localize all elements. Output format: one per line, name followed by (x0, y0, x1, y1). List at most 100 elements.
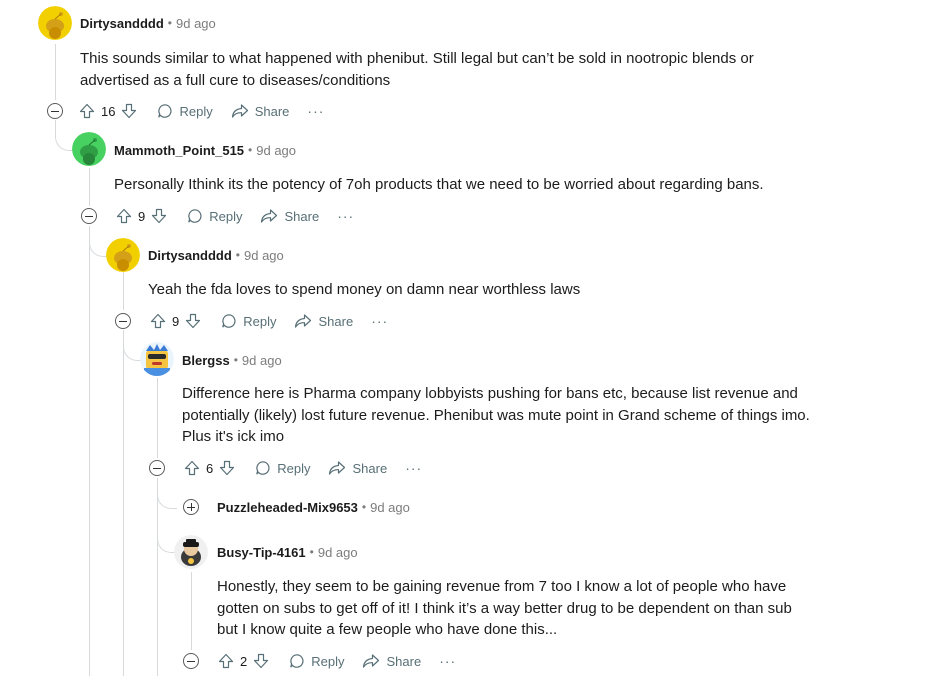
share-button[interactable]: Share (328, 460, 387, 476)
thread-line (157, 378, 158, 458)
share-arrow-icon (295, 314, 312, 328)
expand-thread-button[interactable] (183, 499, 199, 515)
comment-time[interactable]: 9d ago (318, 545, 358, 560)
more-options-button[interactable]: ··· (405, 460, 422, 476)
upvote-icon[interactable] (184, 460, 200, 476)
comment-body: Yeah the fda loves to spend money on dam… (148, 279, 808, 301)
share-button[interactable]: Share (362, 653, 421, 669)
more-options-button[interactable]: ··· (371, 313, 388, 329)
more-options-button[interactable]: ··· (307, 103, 324, 119)
upvote-icon[interactable] (218, 653, 234, 669)
reply-button[interactable]: Reply (289, 653, 344, 669)
reply-button[interactable]: Reply (255, 460, 310, 476)
reply-bubble-icon (256, 461, 270, 475)
downvote-icon[interactable] (219, 460, 235, 476)
reply-button[interactable]: Reply (187, 208, 242, 224)
share-label: Share (386, 653, 422, 669)
reply-label: Reply (209, 208, 243, 224)
vote-control: 9 (150, 313, 201, 329)
comment-author[interactable]: Mammoth_Point_515 (114, 143, 244, 158)
comment-text-line: This sounds similar to what happened wit… (80, 50, 754, 67)
comment-text-line: Difference here is Pharma company lobbyi… (182, 385, 798, 402)
downvote-icon[interactable] (121, 103, 137, 119)
vote-control: 2 (218, 653, 269, 669)
share-arrow-icon (329, 461, 346, 475)
avatar[interactable] (140, 342, 174, 376)
comment-time[interactable]: 9d ago (176, 16, 216, 31)
comment-time[interactable]: 9d ago (370, 500, 410, 515)
collapse-thread-button[interactable] (183, 653, 199, 669)
thread-line (89, 226, 90, 676)
reply-button[interactable]: Reply (221, 313, 276, 329)
share-label: Share (284, 208, 320, 224)
comment-text-line: potentially (likely) lost future revenue… (182, 406, 810, 424)
reply-bubble-icon (188, 209, 202, 223)
upvote-icon[interactable] (150, 313, 166, 329)
reply-label: Reply (277, 460, 311, 476)
reply-label: Reply (179, 103, 213, 119)
collapse-thread-button[interactable] (115, 313, 131, 329)
separator-dot: • (167, 16, 172, 30)
comment-text-line: but I know quite a few people who have d… (217, 621, 558, 638)
share-button[interactable]: Share (294, 313, 353, 329)
vote-control: 6 (184, 460, 235, 476)
comment-text-line: Personally Ithink its the potency of 7oh… (114, 176, 764, 193)
share-label: Share (318, 313, 354, 329)
thread-connector (157, 508, 175, 553)
avatar[interactable] (38, 6, 72, 40)
reply-bubble-icon (158, 104, 172, 118)
share-arrow-icon (261, 209, 278, 223)
comment-text-line: Honestly, they seem to be gaining revenu… (217, 578, 787, 595)
reply-bubble-icon (290, 654, 304, 668)
comment-text-line: advertised as a full cure to diseases/co… (80, 71, 391, 89)
share-button[interactable]: Share (231, 103, 290, 119)
comment-author[interactable]: Dirtysandddd (148, 248, 232, 263)
avatar[interactable] (106, 238, 140, 272)
reply-label: Reply (311, 653, 345, 669)
comment-time[interactable]: 9d ago (242, 353, 282, 368)
vote-count: 6 (206, 460, 214, 476)
collapse-thread-button[interactable] (47, 103, 63, 119)
comment-time[interactable]: 9d ago (256, 143, 296, 158)
share-arrow-icon (231, 104, 248, 118)
comment-text-line: Plus it's ick imo (182, 428, 285, 445)
upvote-icon[interactable] (116, 208, 132, 224)
vote-control: 9 (116, 208, 167, 224)
thread-line (89, 168, 90, 206)
downvote-icon[interactable] (253, 653, 269, 669)
share-label: Share (254, 103, 290, 119)
comment-author[interactable]: Puzzleheaded-Mix9653 (217, 500, 358, 515)
comment-time[interactable]: 9d ago (244, 248, 284, 263)
vote-count: 9 (138, 208, 146, 224)
reply-button[interactable]: Reply (157, 103, 213, 119)
share-arrow-icon (363, 654, 380, 668)
comment-body: This sounds similar to what happened wit… (80, 48, 800, 91)
thread-connector (123, 330, 141, 361)
thread-line (123, 272, 124, 310)
avatar[interactable] (174, 535, 208, 569)
more-options-button[interactable]: ··· (439, 653, 456, 669)
separator-dot: • (361, 500, 367, 514)
more-options-button[interactable]: ··· (337, 208, 354, 224)
comment-body: Honestly, they seem to be gaining revenu… (217, 576, 877, 641)
downvote-icon[interactable] (185, 313, 201, 329)
comment-author[interactable]: Blergss (182, 353, 230, 368)
vote-count: 16 (101, 103, 116, 119)
comment-text-line: Yeah the fda loves to spend money on dam… (148, 281, 581, 298)
snoo-avatar-icon (38, 6, 72, 40)
downvote-icon[interactable] (151, 208, 167, 224)
comment-text-line: gotten on subs to get off of it! I think… (217, 599, 792, 617)
thread-line (191, 572, 192, 650)
comment-author[interactable]: Dirtysandddd (80, 16, 164, 31)
snoo-avatar-icon (106, 238, 140, 272)
comment-body: Personally Ithink its the potency of 7oh… (114, 174, 814, 196)
collapse-thread-button[interactable] (149, 460, 165, 476)
thread-connector (55, 120, 73, 151)
comment-author[interactable]: Busy-Tip-4161 (217, 545, 306, 560)
upvote-icon[interactable] (79, 103, 95, 119)
collapse-thread-button[interactable] (81, 208, 97, 224)
separator-dot: • (233, 353, 238, 367)
thread-line (55, 44, 56, 100)
share-button[interactable]: Share (260, 208, 319, 224)
avatar[interactable] (72, 132, 106, 166)
